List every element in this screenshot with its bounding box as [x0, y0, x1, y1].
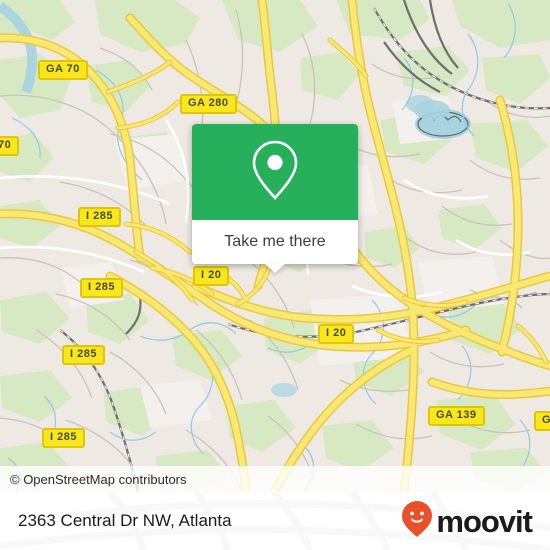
popup-card-header [192, 124, 358, 220]
location-popup-card[interactable]: Take me there [192, 124, 358, 273]
take-me-there-button[interactable]: Take me there [224, 233, 325, 251]
moovit-smiley-pin-icon [401, 500, 433, 543]
moovit-logo[interactable]: moovit [401, 500, 533, 543]
road-shield-i-285-mid: I 285 [80, 278, 123, 298]
map-attribution-bar: © OpenStreetMap contributors [0, 466, 550, 492]
page-footer: 2363 Central Dr NW, Atlanta moovit [0, 492, 550, 550]
moovit-wordmark: moovit [436, 503, 533, 539]
map-pin-icon [250, 139, 300, 206]
location-address: 2363 Central Dr NW, Atlanta [18, 511, 232, 530]
road-shield-i-20-left: I 20 [193, 266, 230, 286]
osm-attribution-text[interactable]: © OpenStreetMap contributors [0, 472, 187, 487]
moovit-map-screen: GA 70 70 GA 280 I 285 I 285 I 20 I 285 I 20 I 28… [0, 0, 550, 550]
popup-pointer-tip [265, 264, 285, 273]
road-shield-ga-280: GA 280 [180, 94, 237, 114]
road-shield-ga-edge: GA [534, 411, 550, 431]
road-shield-70-edge: 70 [0, 136, 20, 156]
road-shield-i-285-bottom: I 285 [42, 428, 85, 448]
road-shield-i-285-upper: I 285 [78, 207, 121, 227]
road-shield-i-285-lower: I 285 [62, 345, 105, 365]
popup-card-footer[interactable]: Take me there [192, 220, 358, 273]
road-shield-i-20-right: I 20 [318, 324, 355, 344]
road-shield-ga-70: GA 70 [38, 60, 88, 80]
road-shield-ga-139: GA 139 [428, 406, 485, 426]
